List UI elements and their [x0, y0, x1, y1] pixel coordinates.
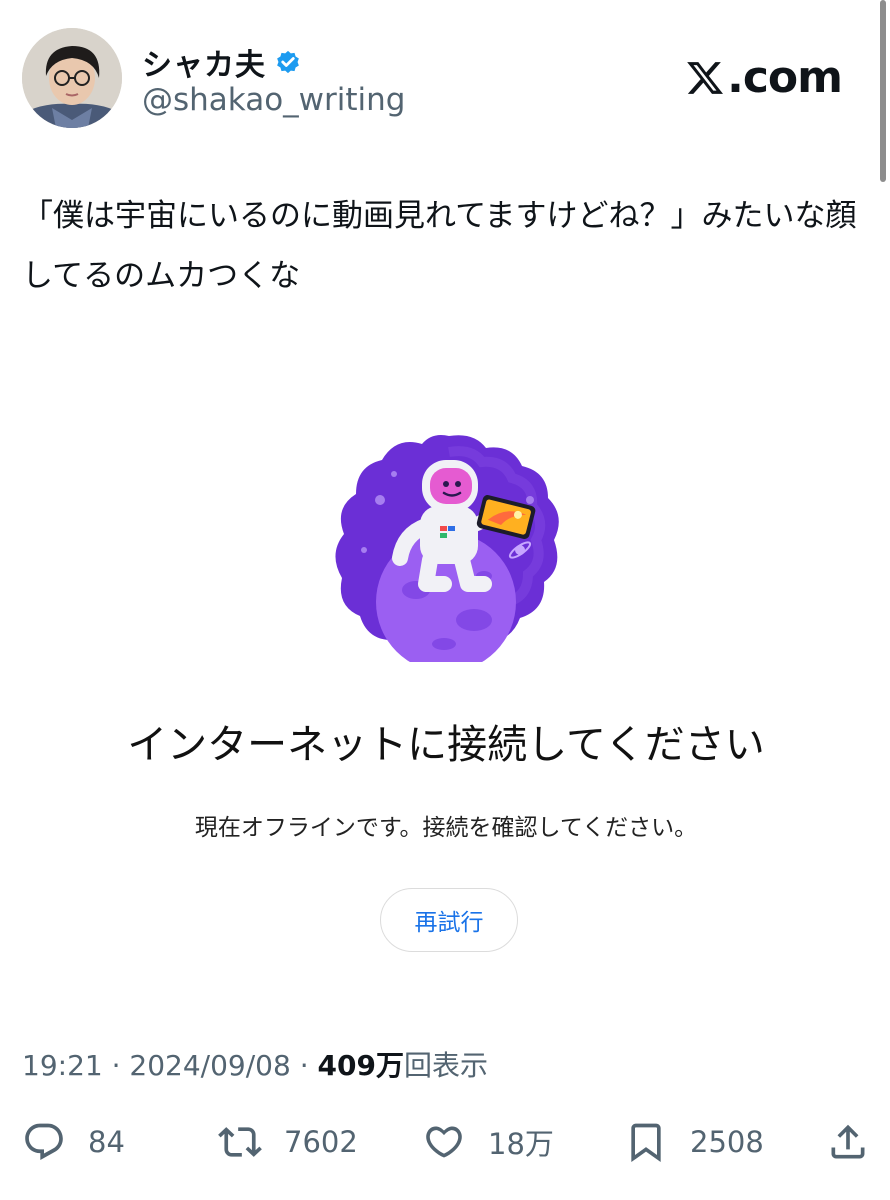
- avatar[interactable]: [22, 28, 122, 128]
- share-icon: [831, 1124, 865, 1159]
- repost-button[interactable]: 7602: [218, 1112, 358, 1172]
- heart-icon: [426, 1126, 462, 1158]
- bookmark-button[interactable]: 2508: [624, 1112, 764, 1172]
- meta-separator: ·: [290, 1049, 318, 1082]
- like-button[interactable]: 18万: [422, 1112, 554, 1172]
- display-name[interactable]: シャカ夫: [142, 40, 266, 84]
- tweet-meta: 19:21 · 2024/09/08 · 409万回表示: [22, 1044, 488, 1084]
- view-label: 回表示: [403, 1049, 488, 1082]
- scrollbar[interactable]: [880, 0, 886, 182]
- verified-badge-icon: [277, 50, 299, 74]
- brand-mark: .com: [685, 52, 843, 103]
- repost-icon: [218, 1127, 262, 1157]
- repost-count: 7602: [284, 1125, 358, 1159]
- reply-count: 84: [88, 1125, 125, 1159]
- brand-label: .com: [727, 52, 843, 103]
- action-bar: 84 7602 18万 2508: [22, 1112, 870, 1172]
- meta-separator: ·: [102, 1049, 130, 1082]
- reply-icon: [25, 1123, 63, 1160]
- tweet-date[interactable]: 2024/09/08: [129, 1049, 290, 1082]
- reply-button[interactable]: 84: [22, 1112, 125, 1172]
- retry-button[interactable]: 再試行: [380, 888, 518, 952]
- tweet-text: 「僕は宇宙にいるのに動画見れてますけどね？」みたいな顔してるのムカつくな: [22, 198, 857, 294]
- share-button[interactable]: [826, 1112, 870, 1172]
- offline-title: インターネットに接続してください: [127, 722, 765, 768]
- astronaut-illustration: [335, 435, 559, 662]
- offline-description: 現在オフラインです。接続を確認してください。: [194, 815, 698, 841]
- author-name-row[interactable]: シャカ夫: [142, 40, 302, 84]
- media-card[interactable]: インターネットに接続してください 現在オフラインです。接続を確認してください。 …: [22, 330, 870, 990]
- bookmark-count: 2508: [690, 1125, 764, 1159]
- x-logo-icon: [687, 61, 724, 94]
- author-handle[interactable]: @shakao_writing: [142, 82, 405, 118]
- avatar-image: [22, 28, 122, 128]
- view-count[interactable]: 409万: [318, 1049, 404, 1082]
- bookmark-icon: [631, 1123, 661, 1163]
- tweet-time[interactable]: 19:21: [22, 1049, 103, 1082]
- like-count: 18万: [488, 1127, 554, 1161]
